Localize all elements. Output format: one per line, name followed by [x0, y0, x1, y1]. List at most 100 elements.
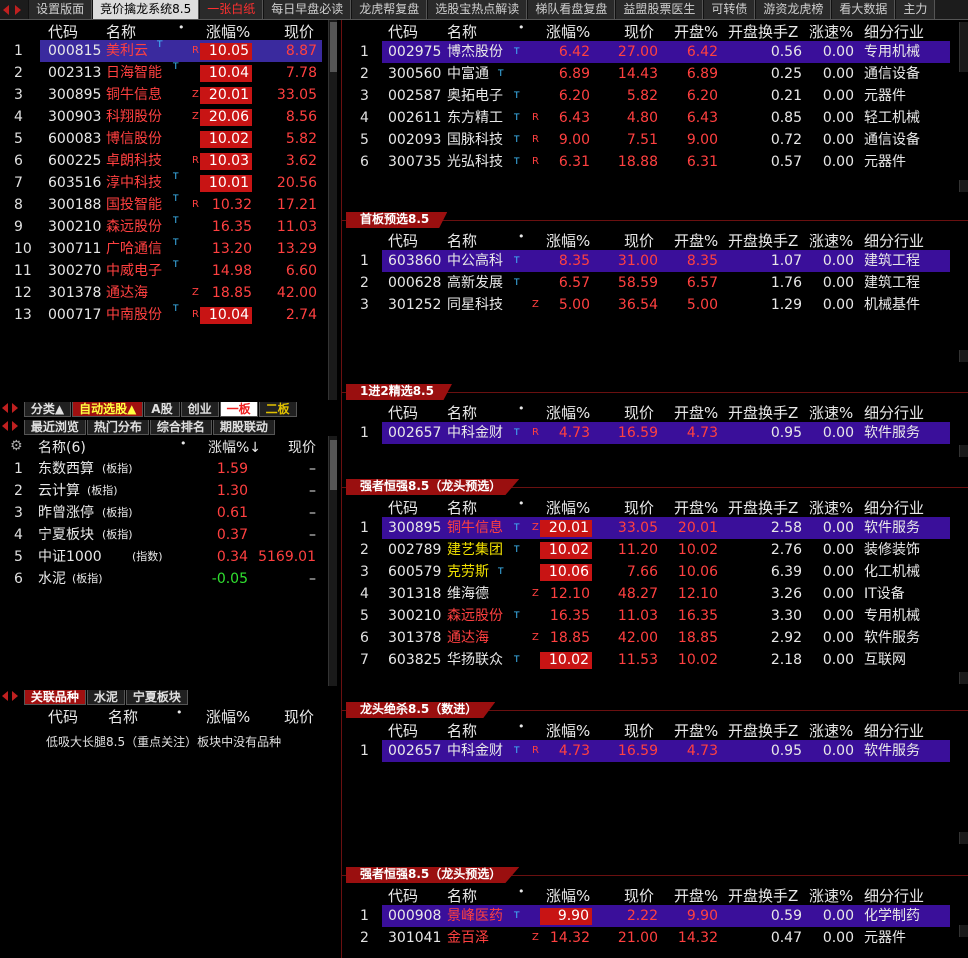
tab-ningxia[interactable]: 宁夏板块	[125, 690, 188, 705]
section-title[interactable]: 1进2精选8.5	[346, 384, 452, 400]
table-row[interactable]: 2 002313 日海智能 T 10.04 7.78	[0, 62, 328, 84]
col-name[interactable]: 名称	[447, 497, 477, 518]
stock-name[interactable]: 博杰股份	[447, 41, 503, 63]
tab-rank[interactable]: 综合排名	[149, 420, 212, 435]
col-price[interactable]: 现价	[284, 21, 314, 42]
tab-scroll-arrows[interactable]	[0, 0, 24, 19]
col-speed[interactable]: 涨速%	[809, 21, 853, 42]
table-row[interactable]: 1 002657 中科金财 4.73 16.59 4.73 0.95 0.00 软件服务 T R	[342, 422, 954, 444]
section-title[interactable]: 首板预选8.5	[346, 212, 448, 228]
col-code[interactable]: 代码	[388, 230, 418, 251]
table-row[interactable]: 1 002975 博杰股份 6.42 27.00 6.42 0.56 0.00 专用机械 T	[342, 41, 954, 63]
col-name[interactable]: 名称	[447, 21, 477, 42]
col-industry[interactable]: 细分行业	[864, 402, 924, 423]
stock-name[interactable]: 卓朗科技	[106, 150, 162, 172]
stock-name[interactable]: 森远股份	[106, 216, 162, 238]
col-name[interactable]: 名称	[447, 402, 477, 423]
stock-name[interactable]: 国投智能	[106, 194, 162, 216]
tab-convertible[interactable]: 可转债	[703, 0, 756, 19]
table-row[interactable]: 5 002093 国脉科技 9.00 7.51 9.00 0.72 0.00 通信设备 T R	[342, 129, 954, 151]
tab-cement[interactable]: 水泥	[86, 690, 125, 705]
table-row[interactable]: 2 000628 高新发展 6.57 58.59 6.57 1.76 0.00 建筑工程 T	[342, 272, 954, 294]
col-name[interactable]: 名称	[447, 885, 477, 906]
table-row[interactable]: 6 301378 通达海 18.85 42.00 18.85 2.92 0.00 软件服务 Z	[342, 627, 954, 649]
col-name[interactable]: 名称	[106, 21, 136, 42]
table-row[interactable]: 3 301252 同星科技 5.00 36.54 5.00 1.29 0.00 机械基件 Z	[342, 294, 954, 316]
section-scrollbar[interactable]	[959, 180, 968, 192]
col-change[interactable]: 涨幅%	[546, 402, 590, 423]
stock-name[interactable]: 博信股份	[106, 128, 162, 150]
sector-scrollbar[interactable]	[328, 436, 337, 686]
stock-name[interactable]: 中科金财	[447, 740, 503, 762]
tab-futures-link[interactable]: 期股联动	[212, 420, 275, 435]
stock-name[interactable]: 中公高科	[447, 250, 503, 272]
stock-name[interactable]: 淳中科技	[106, 172, 162, 194]
section-scrollbar[interactable]	[959, 22, 968, 72]
table-row[interactable]: 1 603860 中公高科 8.35 31.00 8.35 1.07 0.00 建筑工程 T	[342, 250, 954, 272]
tabs3-left-arrow-icon[interactable]	[2, 691, 8, 701]
stock-name[interactable]: 广哈通信	[106, 238, 162, 260]
table-row[interactable]: 1 000815 美利云 T R 10.05 8.87	[0, 40, 328, 62]
table-row[interactable]: 9 300210 森远股份 T 16.35 11.03	[0, 216, 328, 238]
col-open-turnover[interactable]: 开盘换手Z	[728, 21, 798, 42]
list-item[interactable]: 4 宁夏板块 (板指) 0.37 –	[0, 524, 328, 546]
tab-morning-read[interactable]: 每日早盘必读	[263, 0, 352, 19]
col-change[interactable]: 涨幅%	[546, 885, 590, 906]
tab-layout-settings[interactable]: 设置版面	[28, 0, 93, 19]
col-code[interactable]: 代码	[388, 497, 418, 518]
stock-name[interactable]: 东方精工	[447, 107, 503, 129]
col-speed[interactable]: 涨速%	[809, 720, 853, 741]
table-row[interactable]: 4 300903 科翔股份 Z 20.06 8.56	[0, 106, 328, 128]
table-row[interactable]: 3 002587 奥拓电子 6.20 5.82 6.20 0.21 0.00 元器件 T	[342, 85, 954, 107]
table-row[interactable]: 7 603516 淳中科技 T 10.01 20.56	[0, 172, 328, 194]
col-industry[interactable]: 细分行业	[864, 21, 924, 42]
tab-category[interactable]: 分类▲	[23, 402, 72, 417]
col-open-turnover[interactable]: 开盘换手Z	[728, 885, 798, 906]
tabs2-right-arrow-icon[interactable]	[12, 421, 18, 431]
stock-name[interactable]: 日海智能	[106, 62, 162, 84]
col-open-turnover[interactable]: 开盘换手Z	[728, 230, 798, 251]
stock-name[interactable]: 奥拓电子	[447, 85, 503, 107]
table-row[interactable]: 13 000717 中南股份 T R 10.04 2.74	[0, 304, 328, 326]
table-row[interactable]: 1 300895 铜牛信息 20.01 33.05 20.01 2.58 0.00 软件服务 T Z	[342, 517, 954, 539]
col-open[interactable]: 开盘%	[674, 402, 718, 423]
table-row[interactable]: 10 300711 广哈通信 T 13.20 13.29	[0, 238, 328, 260]
table-row[interactable]: 6 600225 卓朗科技 R 10.03 3.62	[0, 150, 328, 172]
stock-name[interactable]: 美利云	[106, 40, 148, 62]
tab-dragon-tiger-review[interactable]: 龙虎帮复盘	[351, 0, 428, 19]
table-row[interactable]: 4 002611 东方精工 6.43 4.80 6.43 0.85 0.00 轻工机械 T R	[342, 107, 954, 129]
col-change[interactable]: 涨幅%	[546, 497, 590, 518]
table-row[interactable]: 3 300895 铜牛信息 Z 20.01 33.05	[0, 84, 328, 106]
col-change[interactable]: 涨幅%	[546, 21, 590, 42]
col-code[interactable]: 代码	[48, 21, 78, 42]
col-industry[interactable]: 细分行业	[864, 497, 924, 518]
col-speed[interactable]: 涨速%	[809, 230, 853, 251]
col-open-turnover[interactable]: 开盘换手Z	[728, 497, 798, 518]
col-code[interactable]: 代码	[388, 720, 418, 741]
col-speed[interactable]: 涨速%	[809, 402, 853, 423]
col-open-turnover[interactable]: 开盘换手Z	[728, 402, 798, 423]
col-code[interactable]: 代码	[388, 402, 418, 423]
col-price[interactable]: 现价	[624, 21, 654, 42]
col-sector-price[interactable]: 现价	[288, 437, 316, 457]
stock-name[interactable]: 通达海	[106, 282, 148, 304]
section-title[interactable]: 强者恒强8.5（龙头预选）	[346, 867, 520, 883]
tab-hot-dist[interactable]: 热门分布	[86, 420, 149, 435]
col-open[interactable]: 开盘%	[674, 497, 718, 518]
stock-name[interactable]: 中富通	[447, 63, 489, 85]
col-price[interactable]: 现价	[624, 230, 654, 251]
tab-auto-pick[interactable]: 自动选股▲	[72, 402, 144, 417]
tab-chinext[interactable]: 创业	[180, 402, 219, 417]
stock-name[interactable]: 通达海	[447, 627, 489, 649]
stock-name[interactable]: 景峰医药	[447, 905, 503, 927]
col-open[interactable]: 开盘%	[674, 230, 718, 251]
stock-name[interactable]: 中科金财	[447, 422, 503, 444]
tab-blank-page[interactable]: 一张白纸	[199, 0, 264, 19]
col-open[interactable]: 开盘%	[674, 885, 718, 906]
tab-scroll-right-icon[interactable]	[15, 5, 21, 15]
tab-big-data[interactable]: 看大数据	[831, 0, 896, 19]
stock-name[interactable]: 华扬联众	[447, 649, 503, 671]
col-open[interactable]: 开盘%	[674, 720, 718, 741]
section-scrollbar[interactable]	[959, 925, 968, 937]
table-row[interactable]: 3 600579 克劳斯 10.06 7.66 10.06 6.39 0.00 化工机械 T	[342, 561, 954, 583]
